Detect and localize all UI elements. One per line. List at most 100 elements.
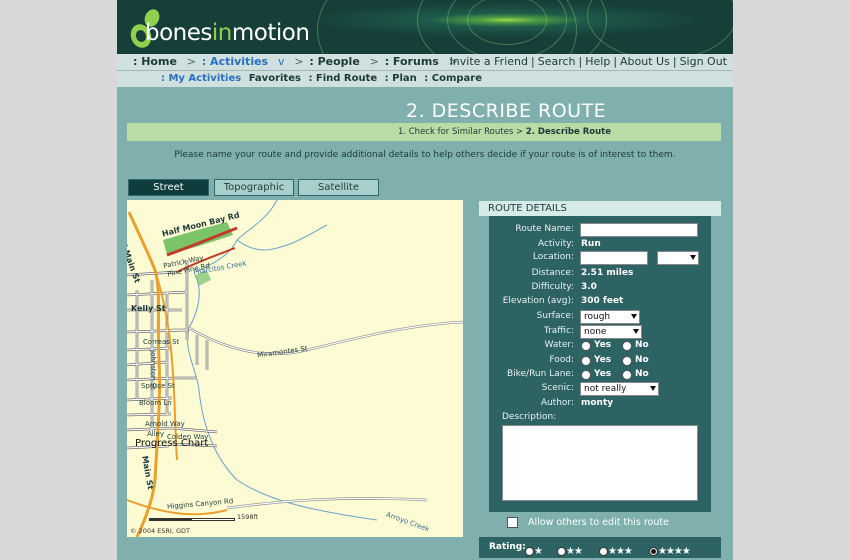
difficulty-value: 3.0 [581,282,597,292]
elevation-label: Elevation (avg): [502,296,574,306]
chevron-down-icon [631,314,637,319]
scenic-label: Scenic: [541,383,574,393]
water-no-label: No [635,340,649,350]
water-label: Water: [544,340,574,350]
scenic-row: Scenic: not really [489,382,711,396]
food-row: Food: Yes No [489,354,711,368]
food-label: Food: [549,355,574,365]
map-road [226,497,428,510]
subnav-find-route[interactable]: : Find Route [308,73,377,84]
tab-street[interactable]: Street [128,179,209,196]
surface-row: Surface: rough [489,310,711,324]
elevation-row: Elevation (avg): 300 feet [489,295,711,309]
distance-label: Distance: [531,268,574,278]
bike-lane-yes-radio[interactable] [581,370,591,380]
surface-select[interactable]: rough [580,310,640,324]
site-logo[interactable]: bonesinmotion [145,20,310,46]
author-value: monty [581,398,614,408]
link-about-us[interactable]: About Us [620,55,670,68]
secondary-nav: : My Activities Favorites : Find Route :… [117,70,733,87]
difficulty-row: Difficulty: 3.0 [489,281,711,295]
description-textarea[interactable] [502,425,698,501]
tab-topographic[interactable]: Topographic [214,179,294,196]
location-select[interactable] [657,251,699,265]
rating-label: Rating: [489,542,526,552]
allow-edit-label: Allow others to edit this route [528,517,669,528]
star-icon: ★★★ [608,546,633,557]
rating-option-1[interactable]: ★ [525,541,543,557]
rating-radio-selected[interactable] [649,547,658,556]
star-icon: ★ [534,546,543,557]
subnav-plan[interactable]: : Plan [385,73,417,84]
water-no-radio[interactable] [622,341,632,351]
location-label: Location: [532,252,574,262]
rating-bar: Rating: ★ ★★ ★★★ ★★★★ [479,537,721,558]
rating-radio[interactable] [557,547,566,556]
subnav-favorites[interactable]: Favorites [249,73,301,84]
intro-text: Please name your route and provide addit… [174,150,676,160]
tab-satellite[interactable]: Satellite [298,179,379,196]
page: bonesinmotion : Home > : Activities v > … [117,0,733,560]
map-canvas[interactable] [127,200,463,537]
route-name-input[interactable] [580,223,698,237]
activity-row: Activity: Run [489,238,711,252]
route-name-label: Route Name: [515,224,574,234]
bike-lane-no-radio[interactable] [622,370,632,380]
rating-radio[interactable] [599,547,608,556]
map-label: Alley [147,430,165,438]
link-invite-friend[interactable]: Invite a Friend [450,55,528,68]
link-search[interactable]: Search [538,55,576,68]
scenic-select[interactable]: not really [580,382,659,396]
chevron-down-icon [690,255,696,260]
allow-edit-checkbox[interactable] [507,517,518,528]
link-sign-out[interactable]: Sign Out [680,55,727,68]
primary-nav: : Home > : Activities v > : People > : F… [117,54,733,70]
map-landmark: Progress Chart [135,438,209,449]
activity-label: Activity: [537,239,574,249]
star-icon: ★★ [566,546,583,557]
food-no-radio[interactable] [622,356,632,366]
step-check-similar[interactable]: 1. Check for Similar Routes [398,127,513,137]
activity-value: Run [581,239,601,249]
nav-people[interactable]: : People [309,55,359,68]
nav-separator: > [186,55,196,68]
rating-option-2[interactable]: ★★ [557,541,583,557]
link-help[interactable]: Help [585,55,610,68]
food-yes-radio[interactable] [581,356,591,366]
rating-option-4[interactable]: ★★★★ [649,541,691,557]
author-label: Author: [540,398,574,408]
nav-activities[interactable]: : Activities [202,55,268,68]
chevron-down-icon [633,329,639,334]
site-header: bonesinmotion [117,0,733,54]
nav-home[interactable]: : Home [133,55,177,68]
page-title: 2. DESCRIBE ROUTE [406,100,607,122]
map-scale-bar [149,518,235,521]
water-yes-radio[interactable] [581,341,591,351]
chevron-down-icon[interactable]: v [278,55,285,68]
breadcrumb-separator: > [515,127,524,137]
rating-option-3[interactable]: ★★★ [599,541,633,557]
distance-row: Distance: 2.51 miles [489,267,711,281]
map-road [188,320,463,356]
traffic-select[interactable]: none [580,325,642,339]
bike-lane-row: Bike/Run Lane: Yes No [489,368,711,382]
traffic-row: Traffic: none [489,325,711,339]
map-label: Arnold Way [145,420,185,428]
water-yes-label: Yes [594,340,612,350]
traffic-label: Traffic: [543,326,574,336]
location-input[interactable] [580,251,648,265]
location-row: Location: [489,251,711,265]
rating-radio[interactable] [525,547,534,556]
subnav-my-activities[interactable]: : My Activities [161,73,241,84]
water-row: Water: Yes No [489,339,711,353]
nav-separator: > [294,55,304,68]
star-icon: ★★★★ [658,546,691,557]
difficulty-label: Difficulty: [531,282,574,292]
nav-forums[interactable]: : Forums [385,55,439,68]
map-label: Spruce St [141,382,175,390]
map-copyright: © 2004 ESRI, GDT [130,527,190,535]
subnav-compare[interactable]: : Compare [424,73,482,84]
route-map[interactable]: Half Moon Bay Rd N Main St Patrick Way P… [127,200,463,537]
bike-lane-label: Bike/Run Lane: [506,369,574,379]
surface-label: Surface: [536,311,574,321]
